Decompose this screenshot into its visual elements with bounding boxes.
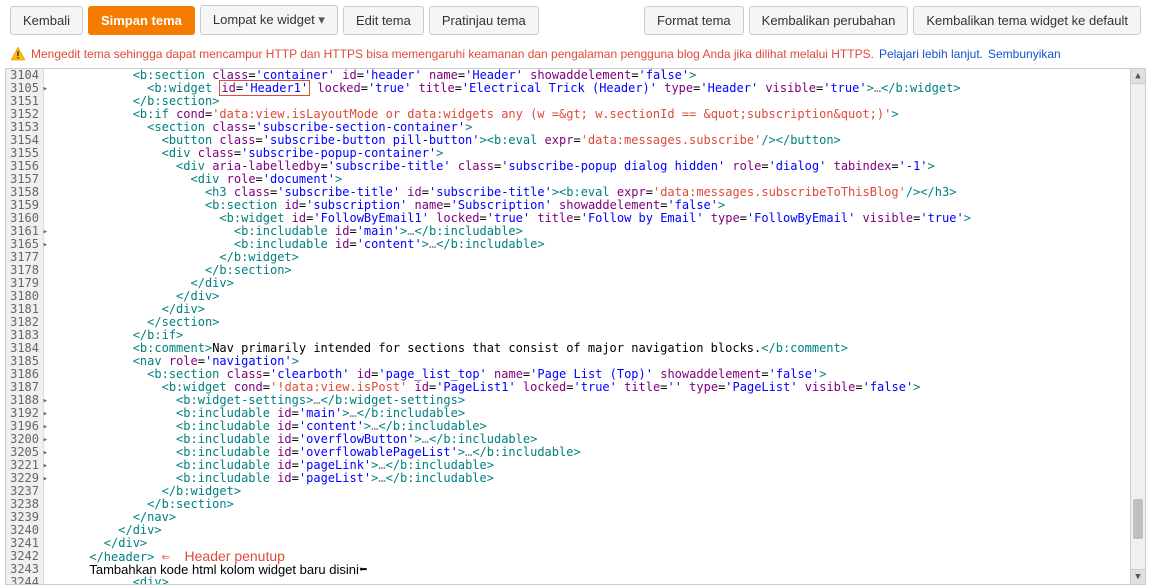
code-line[interactable]: </div> xyxy=(44,290,1145,303)
fold-marker-icon[interactable]: ▸ xyxy=(43,408,48,421)
toolbar-left: Kembali Simpan tema Lompat ke widget Edi… xyxy=(10,5,539,35)
fold-marker-icon[interactable]: ▸ xyxy=(43,460,48,473)
code-line[interactable]: </b:section> xyxy=(44,498,1145,511)
code-area[interactable]: <b:section class='container' id='header'… xyxy=(44,69,1145,584)
code-line[interactable]: </div> xyxy=(44,524,1145,537)
warning-bar: Mengedit tema sehingga dapat mencampur H… xyxy=(0,40,1151,68)
code-line[interactable]: Tambahkan kode html kolom widget baru di… xyxy=(44,563,1145,576)
fold-marker-icon[interactable]: ▸ xyxy=(43,395,48,408)
toolbar-right: Format tema Kembalikan perubahan Kembali… xyxy=(644,6,1141,35)
code-line[interactable]: <div> xyxy=(44,576,1145,584)
fold-marker-icon[interactable]: ▸ xyxy=(43,434,48,447)
jump-to-widget-button[interactable]: Lompat ke widget xyxy=(200,5,338,35)
warning-text: Mengedit tema sehingga dapat mencampur H… xyxy=(31,47,874,61)
scroll-up-button[interactable]: ▲ xyxy=(1131,69,1145,84)
scroll-down-button[interactable]: ▼ xyxy=(1131,569,1145,584)
toolbar: Kembali Simpan tema Lompat ke widget Edi… xyxy=(0,0,1151,40)
format-theme-button[interactable]: Format tema xyxy=(644,6,744,35)
learn-more-link[interactable]: Pelajari lebih lanjut. xyxy=(879,47,983,61)
line-number-gutter: 31043105▸3151315231533154315531563157315… xyxy=(6,69,44,584)
scroll-thumb[interactable] xyxy=(1133,499,1143,539)
save-theme-button[interactable]: Simpan tema xyxy=(88,6,195,35)
preview-theme-button[interactable]: Pratinjau tema xyxy=(429,6,539,35)
edit-theme-button[interactable]: Edit tema xyxy=(343,6,424,35)
fold-marker-icon[interactable]: ▸ xyxy=(43,473,48,486)
editor-body[interactable]: 31043105▸3151315231533154315531563157315… xyxy=(6,69,1145,584)
fold-marker-icon[interactable]: ▸ xyxy=(43,226,48,239)
vertical-scrollbar[interactable]: ▲ ▼ xyxy=(1130,69,1145,584)
revert-changes-button[interactable]: Kembalikan perubahan xyxy=(749,6,909,35)
fold-marker-icon[interactable]: ▸ xyxy=(43,83,48,96)
code-line[interactable]: </section> xyxy=(44,316,1145,329)
fold-marker-icon[interactable]: ▸ xyxy=(43,421,48,434)
line-number: 3244 xyxy=(10,576,39,584)
warning-icon xyxy=(10,46,26,62)
revert-default-button[interactable]: Kembalikan tema widget ke default xyxy=(913,6,1141,35)
code-line[interactable]: </nav> xyxy=(44,511,1145,524)
code-editor: 31043105▸3151315231533154315531563157315… xyxy=(5,68,1146,585)
hide-warning-link[interactable]: Sembunyikan xyxy=(988,47,1061,61)
fold-marker-icon[interactable]: ▸ xyxy=(43,447,48,460)
back-button[interactable]: Kembali xyxy=(10,6,83,35)
fold-marker-icon[interactable]: ▸ xyxy=(43,239,48,252)
